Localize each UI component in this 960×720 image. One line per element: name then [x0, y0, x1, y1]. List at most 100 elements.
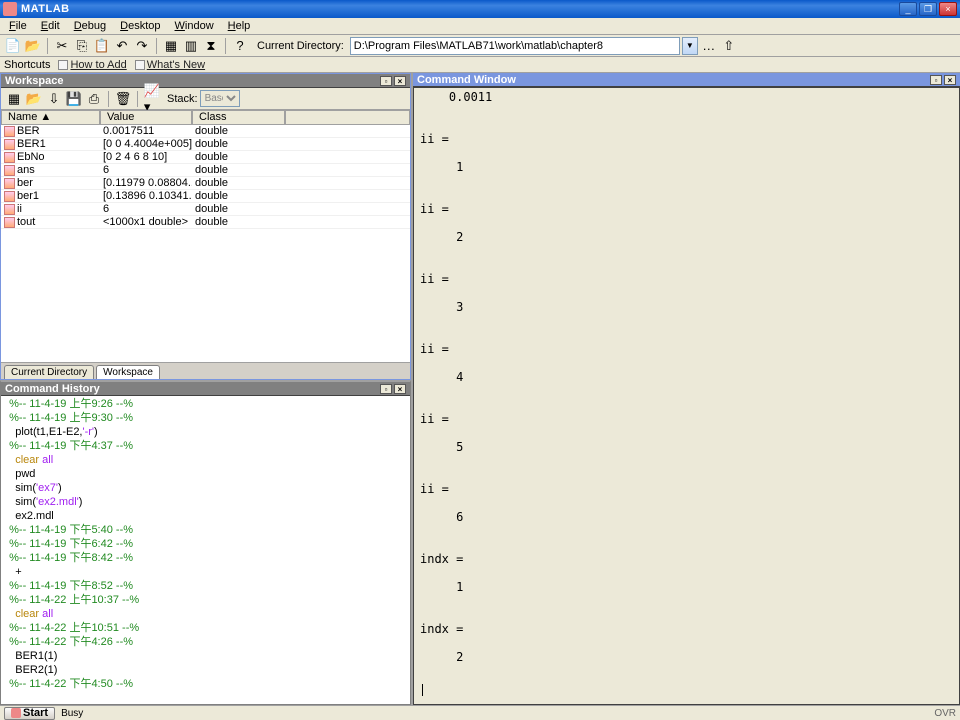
history-line[interactable]: %-- 11-4-22 上午10:37 --%	[3, 593, 408, 607]
workspace-row[interactable]: BER0.0017511double	[1, 125, 410, 138]
workspace-row[interactable]: ber[0.11979 0.08804...double	[1, 177, 410, 190]
workspace-row[interactable]: EbNo[0 2 4 6 8 10]double	[1, 151, 410, 164]
simulink-icon[interactable]: ▦	[162, 37, 180, 55]
var-name: ans	[17, 164, 35, 176]
command-history-body[interactable]: %-- 11-4-19 上午9:26 --% %-- 11-4-19 上午9:3…	[1, 396, 410, 704]
cmdwin-undock-button[interactable]: ▫	[930, 75, 942, 85]
paste-icon[interactable]: 📋	[93, 37, 111, 55]
workspace-undock-button[interactable]: ▫	[380, 76, 392, 86]
open-var-icon[interactable]: 📂	[25, 90, 43, 108]
variable-icon	[4, 126, 15, 137]
shortcut-icon	[135, 60, 145, 70]
menu-desktop[interactable]: Desktop	[113, 19, 167, 33]
start-button[interactable]: Start	[4, 707, 55, 720]
history-line[interactable]: sim('ex2.mdl')	[3, 495, 408, 509]
current-directory-dropdown[interactable]: ▼	[682, 37, 698, 55]
import-icon[interactable]: ⇩	[45, 90, 63, 108]
history-line[interactable]: sim('ex7')	[3, 481, 408, 495]
copy-icon[interactable]: ⎘	[73, 37, 91, 55]
history-line[interactable]: ex2.mdl	[3, 509, 408, 523]
col-header-class[interactable]: Class	[192, 110, 285, 125]
variable-icon	[4, 139, 15, 150]
history-line[interactable]: %-- 11-4-19 上午9:30 --%	[3, 411, 408, 425]
history-line[interactable]: %-- 11-4-22 上午10:51 --%	[3, 621, 408, 635]
save-ws-icon[interactable]: 💾	[65, 90, 83, 108]
history-line[interactable]: plot(t1,E1-E2,'-r')	[3, 425, 408, 439]
guide-icon[interactable]: ▥	[182, 37, 200, 55]
print-icon[interactable]: ⎙	[85, 90, 103, 108]
menu-help[interactable]: Help	[221, 19, 258, 33]
command-window-body[interactable]: 0.0011 ii = 1 ii = 2 ii = 3 ii = 4 ii = …	[413, 87, 960, 705]
new-file-icon[interactable]: 📄	[4, 37, 22, 55]
var-class: double	[192, 203, 285, 215]
history-line[interactable]: %-- 11-4-19 下午6:42 --%	[3, 537, 408, 551]
redo-icon[interactable]: ↷	[133, 37, 151, 55]
open-file-icon[interactable]: 📂	[24, 37, 42, 55]
cut-icon[interactable]: ✂	[53, 37, 71, 55]
status-text: Busy	[61, 708, 83, 719]
variable-icon	[4, 204, 15, 215]
history-line[interactable]: BER2(1)	[3, 663, 408, 677]
browse-folder-icon[interactable]: …	[700, 37, 718, 55]
delete-icon[interactable]: 🗑	[114, 90, 132, 108]
cmdwin-close-button[interactable]: ×	[944, 75, 956, 85]
var-value: 6	[100, 164, 192, 176]
menu-debug[interactable]: Debug	[67, 19, 113, 33]
command-window-titlebar: Command Window ▫ ×	[413, 73, 960, 87]
var-value: [0 2 4 6 8 10]	[100, 151, 192, 163]
workspace-row[interactable]: tout<1000x1 double>double	[1, 216, 410, 229]
left-column: Workspace ▫ × ▦ 📂 ⇩ 💾 ⎙ 🗑 📈▾ Stack: Base…	[0, 73, 413, 705]
history-undock-button[interactable]: ▫	[380, 384, 392, 394]
history-line[interactable]: %-- 11-4-22 下午4:50 --%	[3, 677, 408, 691]
separator	[225, 38, 226, 54]
help-icon[interactable]: ?	[231, 37, 249, 55]
workspace-row[interactable]: BER1[0 0 4.4004e+005]double	[1, 138, 410, 151]
history-close-button[interactable]: ×	[394, 384, 406, 394]
col-header-name[interactable]: Name ▲	[1, 110, 100, 125]
plot-icon[interactable]: 📈▾	[143, 90, 161, 108]
workspace-close-button[interactable]: ×	[394, 76, 406, 86]
history-line[interactable]: %-- 11-4-19 下午4:37 --%	[3, 439, 408, 453]
workspace-row[interactable]: ber1[0.13896 0.10341...double	[1, 190, 410, 203]
app-icon	[3, 2, 17, 16]
profiler-icon[interactable]: ⧗	[202, 37, 220, 55]
close-button[interactable]: ×	[939, 2, 957, 16]
menu-edit[interactable]: Edit	[34, 19, 67, 33]
var-class: double	[192, 164, 285, 176]
menu-file[interactable]: File	[2, 19, 34, 33]
tab-workspace[interactable]: Workspace	[96, 365, 160, 379]
shortcut-whats-new[interactable]: What's New	[135, 59, 205, 71]
workspace-row[interactable]: ii6double	[1, 203, 410, 216]
tab-current-directory[interactable]: Current Directory	[4, 365, 94, 379]
stack-select[interactable]: Base	[200, 90, 240, 107]
workspace-table-body[interactable]: BER0.0017511doubleBER1[0 0 4.4004e+005]d…	[1, 125, 410, 363]
history-line[interactable]: %-- 11-4-19 下午5:40 --%	[3, 523, 408, 537]
undo-icon[interactable]: ↶	[113, 37, 131, 55]
history-line[interactable]: +	[3, 565, 408, 579]
current-directory-input[interactable]	[350, 37, 680, 55]
history-line[interactable]: clear all	[3, 453, 408, 467]
new-var-icon[interactable]: ▦	[5, 90, 23, 108]
maximize-button[interactable]: ❐	[919, 2, 937, 16]
main-toolbar: 📄 📂 ✂ ⎘ 📋 ↶ ↷ ▦ ▥ ⧗ ? Current Directory:…	[0, 35, 960, 57]
var-value: [0.11979 0.08804...	[100, 177, 192, 189]
menu-window[interactable]: Window	[168, 19, 221, 33]
stack-label: Stack:	[167, 93, 198, 105]
up-folder-icon[interactable]: ⇧	[720, 37, 738, 55]
workspace-row[interactable]: ans 6double	[1, 164, 410, 177]
main-area: Workspace ▫ × ▦ 📂 ⇩ 💾 ⎙ 🗑 📈▾ Stack: Base…	[0, 73, 960, 705]
shortcut-how-to-add[interactable]: How to Add	[58, 59, 126, 71]
history-line[interactable]: BER1(1)	[3, 649, 408, 663]
history-line[interactable]: clear all	[3, 607, 408, 621]
var-class: double	[192, 138, 285, 150]
start-icon	[11, 708, 21, 718]
history-line[interactable]: %-- 11-4-19 上午9:26 --%	[3, 397, 408, 411]
variable-icon	[4, 217, 15, 228]
col-header-value[interactable]: Value	[100, 110, 192, 125]
minimize-button[interactable]: _	[899, 2, 917, 16]
history-line[interactable]: pwd	[3, 467, 408, 481]
history-line[interactable]: %-- 11-4-19 下午8:42 --%	[3, 551, 408, 565]
history-line[interactable]: %-- 11-4-19 下午8:52 --%	[3, 579, 408, 593]
history-line[interactable]: %-- 11-4-22 下午4:26 --%	[3, 635, 408, 649]
var-value: [0.13896 0.10341...	[100, 190, 192, 202]
